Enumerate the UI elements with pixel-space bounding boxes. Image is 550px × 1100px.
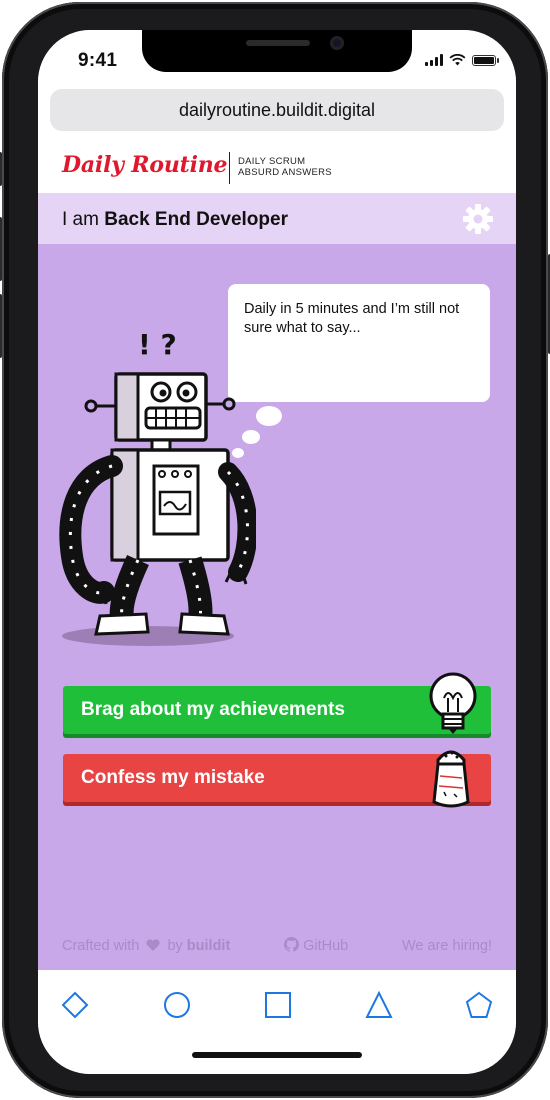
cellular-signal-icon (425, 54, 443, 66)
github-link[interactable]: GitHub (284, 937, 348, 954)
url-text: dailyroutine.buildit.digital (178, 99, 376, 120)
pentagon-icon[interactable] (464, 990, 494, 1020)
bottom-tab-bar (38, 970, 516, 1074)
site-tagline: DAILY SCRUM ABSURD ANSWERS (238, 156, 332, 178)
screen: 9:41 dailyroutine.buildit.digital Daily … (38, 30, 516, 1074)
role-statement: I am Back End Developer (62, 209, 288, 231)
front-camera (330, 36, 344, 50)
speech-bubble-text: Daily in 5 minutes and I’m still not sur… (244, 301, 460, 336)
lightbulb-icon (429, 672, 477, 734)
buildit-link: buildit (186, 937, 231, 954)
main-content: Daily in 5 minutes and I’m still not sur… (38, 244, 516, 970)
crafted-with[interactable]: Crafted with by buildit (62, 938, 230, 954)
gear-icon[interactable] (462, 203, 494, 235)
status-icons (425, 54, 499, 66)
confess-button-label: Confess my mistake (81, 767, 265, 788)
circle-icon[interactable] (162, 990, 192, 1020)
browser-toolbar: dailyroutine.buildit.digital (38, 82, 516, 143)
robot-marks: ! ? (138, 328, 177, 361)
salt-shaker-icon (432, 750, 470, 808)
role-bar: I am Back End Developer (38, 193, 516, 244)
role-prefix: I am (62, 209, 105, 230)
site-header: Daily Routine DAILY SCRUM ABSURD ANSWERS (38, 142, 516, 193)
home-indicator[interactable] (192, 1052, 362, 1058)
thought-dot (256, 406, 282, 426)
heart-icon (146, 938, 161, 951)
address-bar[interactable]: dailyroutine.buildit.digital (50, 89, 504, 131)
diamond-icon[interactable] (60, 990, 90, 1020)
github-label: GitHub (303, 938, 349, 954)
wifi-icon (449, 54, 466, 66)
tagline-line-1: DAILY SCRUM (238, 156, 306, 167)
brag-button-label: Brag about my achievements (81, 699, 345, 720)
robot-illustration: ! ? (59, 328, 256, 646)
phone-frame: 9:41 dailyroutine.buildit.digital Daily … (0, 2, 550, 1098)
by-label: by (167, 937, 183, 954)
speaker-grille (246, 40, 310, 46)
hiring-link[interactable]: We are hiring! (402, 938, 492, 954)
header-divider (229, 152, 230, 184)
triangle-icon[interactable] (364, 990, 394, 1020)
tagline-line-2: ABSURD ANSWERS (238, 167, 332, 178)
square-icon[interactable] (263, 990, 293, 1020)
role-name: Back End Developer (104, 209, 288, 230)
github-icon (284, 937, 300, 952)
notch (142, 30, 412, 72)
crafted-label: Crafted with (62, 937, 140, 954)
speech-bubble: Daily in 5 minutes and I’m still not sur… (230, 286, 488, 400)
mute-switch (0, 152, 2, 186)
volume-up-button (0, 217, 2, 281)
battery-icon (472, 54, 499, 66)
status-time: 9:41 (78, 50, 118, 71)
volume-down-button (0, 294, 2, 358)
site-logo[interactable]: Daily Routine (62, 152, 228, 178)
page-footer: Crafted with by buildit GitHub We are hi… (62, 937, 492, 954)
